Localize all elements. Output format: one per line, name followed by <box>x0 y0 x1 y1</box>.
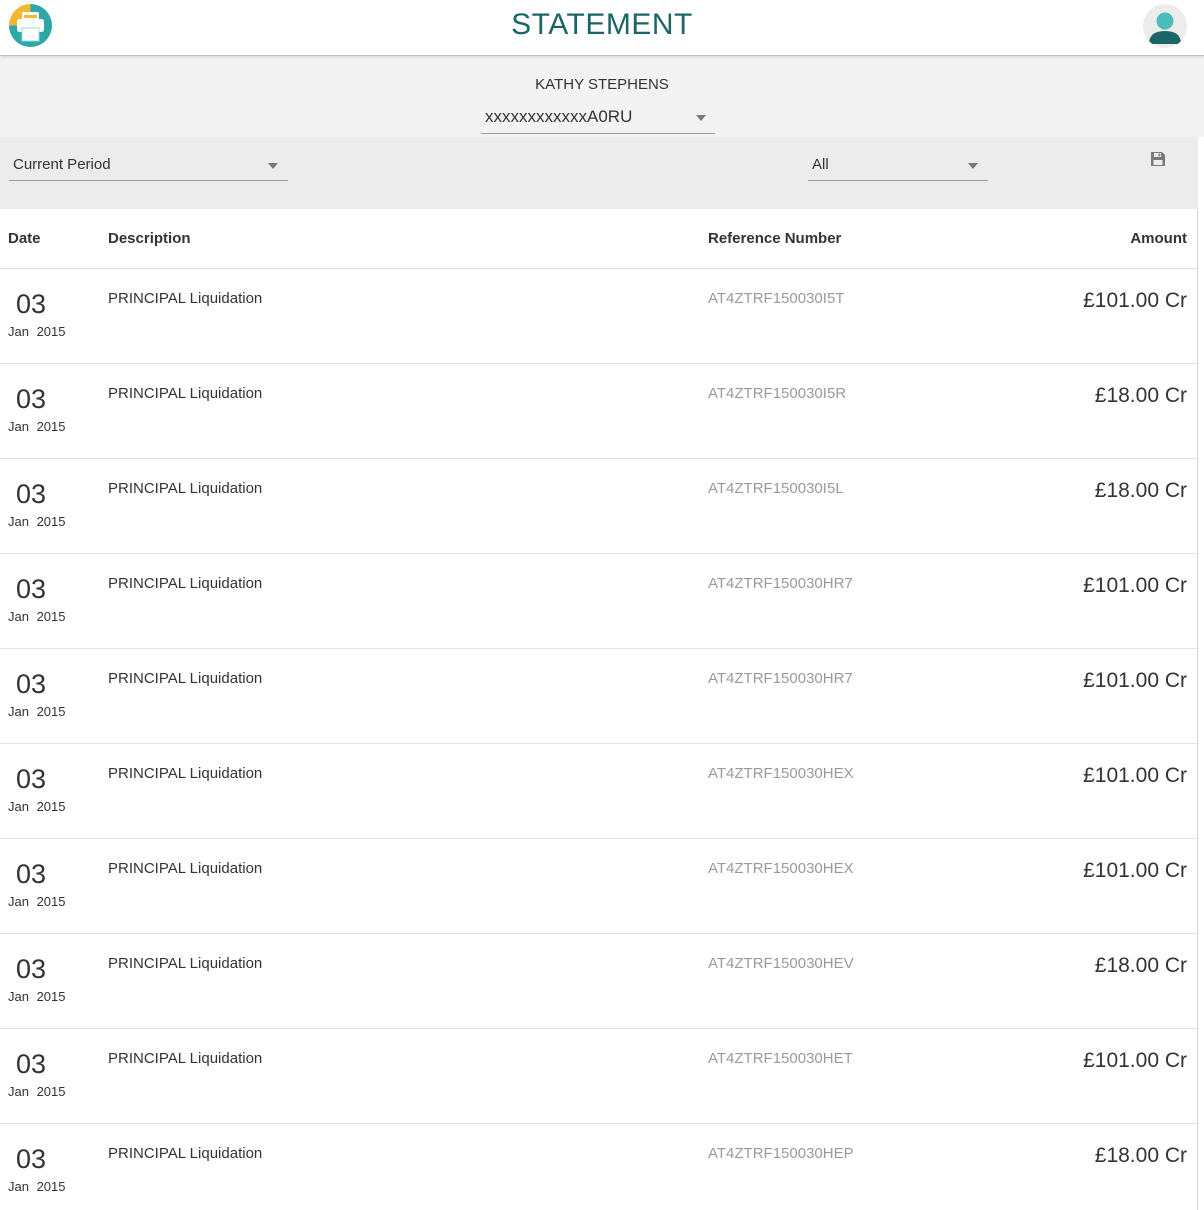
table-row[interactable]: 03 Jan 2015 PRINCIPAL Liquidation AT4ZTRF15… <box>0 934 1197 1029</box>
amount-cell: £18.00 Cr <box>1094 479 1187 502</box>
reference-cell: AT4ZTRF150030HET <box>708 1050 853 1067</box>
date-day: 03 <box>16 954 47 984</box>
chevron-down-icon <box>968 163 978 169</box>
date-day: 03 <box>16 1144 47 1174</box>
description-cell: PRINCIPAL Liquidation <box>108 1050 263 1067</box>
column-header-date[interactable]: Date <box>8 230 41 247</box>
table-body: 03 Jan 2015 PRINCIPAL Liquidation AT4ZTRF15… <box>0 269 1197 1210</box>
date-month-year: Jan 2015 <box>8 419 66 434</box>
amount-cell: £18.00 Cr <box>1094 384 1187 407</box>
table-row[interactable]: 03 Jan 2015 PRINCIPAL Liquidation AT4ZTRF15… <box>0 364 1197 459</box>
reference-cell: AT4ZTRF150030HR7 <box>708 575 853 592</box>
chevron-down-icon <box>268 163 278 169</box>
table-row[interactable]: 03 Jan 2015 PRINCIPAL Liquidation AT4ZTRF15… <box>0 649 1197 744</box>
reference-cell: AT4ZTRF150030I5R <box>708 385 847 402</box>
table-header: Date Description Reference Number Amount <box>0 209 1197 269</box>
date-day: 03 <box>16 289 47 319</box>
reference-cell: AT4ZTRF150030HEX <box>708 765 854 782</box>
reference-cell: AT4ZTRF150030HEX <box>708 860 854 877</box>
type-select-value: All <box>812 156 829 173</box>
description-cell: PRINCIPAL Liquidation <box>108 480 263 497</box>
amount-cell: £101.00 Cr <box>1083 574 1187 597</box>
period-select[interactable]: Current Period <box>9 152 288 181</box>
chevron-down-icon <box>696 115 706 121</box>
description-cell: PRINCIPAL Liquidation <box>108 385 263 402</box>
account-select[interactable]: xxxxxxxxxxxxA0RU <box>481 105 715 134</box>
reference-cell: AT4ZTRF150030HR7 <box>708 670 853 687</box>
column-header-reference[interactable]: Reference Number <box>708 230 841 247</box>
reference-cell: AT4ZTRF150030I5T <box>708 290 845 307</box>
account-section: KATHY STEPHENS xxxxxxxxxxxxA0RU <box>0 57 1204 137</box>
description-cell: PRINCIPAL Liquidation <box>108 290 263 307</box>
amount-cell: £101.00 Cr <box>1083 289 1187 312</box>
date-month-year: Jan 2015 <box>8 609 66 624</box>
table-row[interactable]: 03 Jan 2015 PRINCIPAL Liquidation AT4ZTRF15… <box>0 269 1197 364</box>
table-row[interactable]: 03 Jan 2015 PRINCIPAL Liquidation AT4ZTRF15… <box>0 459 1197 554</box>
amount-cell: £101.00 Cr <box>1083 669 1187 692</box>
amount-cell: £18.00 Cr <box>1094 954 1187 977</box>
account-select-value: xxxxxxxxxxxxA0RU <box>485 107 633 126</box>
date-day: 03 <box>16 479 47 509</box>
date-month-year: Jan 2015 <box>8 704 66 719</box>
reference-cell: AT4ZTRF150030I5L <box>708 480 844 497</box>
date-day: 03 <box>16 384 47 414</box>
description-cell: PRINCIPAL Liquidation <box>108 575 263 592</box>
date-day: 03 <box>16 764 47 794</box>
period-select-value: Current Period <box>13 156 111 173</box>
transaction-type-select[interactable]: All <box>808 152 988 181</box>
table-row[interactable]: 03 Jan 2015 PRINCIPAL Liquidation AT4ZTRF15… <box>0 1029 1197 1124</box>
table-row[interactable]: 03 Jan 2015 PRINCIPAL Liquidation AT4ZTRF15… <box>0 744 1197 839</box>
table-row[interactable]: 03 Jan 2015 PRINCIPAL Liquidation AT4ZTRF15… <box>0 554 1197 649</box>
description-cell: PRINCIPAL Liquidation <box>108 670 263 687</box>
amount-cell: £101.00 Cr <box>1083 1049 1187 1072</box>
date-day: 03 <box>16 859 47 889</box>
column-header-amount[interactable]: Amount <box>1130 230 1187 247</box>
description-cell: PRINCIPAL Liquidation <box>108 955 263 972</box>
date-month-year: Jan 2015 <box>8 514 66 529</box>
statement-table: Date Description Reference Number Amount… <box>0 209 1198 1210</box>
date-day: 03 <box>16 1049 47 1079</box>
description-cell: PRINCIPAL Liquidation <box>108 860 263 877</box>
top-bar: STATEMENT <box>0 0 1204 56</box>
amount-cell: £18.00 Cr <box>1094 1144 1187 1167</box>
page-title: STATEMENT <box>511 8 693 41</box>
date-month-year: Jan 2015 <box>8 989 66 1004</box>
customer-name: KATHY STEPHENS <box>535 76 669 93</box>
amount-cell: £101.00 Cr <box>1083 859 1187 882</box>
date-month-year: Jan 2015 <box>8 799 66 814</box>
date-day: 03 <box>16 669 47 699</box>
date-month-year: Jan 2015 <box>8 894 66 909</box>
amount-cell: £101.00 Cr <box>1083 764 1187 787</box>
reference-cell: AT4ZTRF150030HEP <box>708 1145 854 1162</box>
date-month-year: Jan 2015 <box>8 324 66 339</box>
date-day: 03 <box>16 574 47 604</box>
date-month-year: Jan 2015 <box>8 1084 66 1099</box>
date-month-year: Jan 2015 <box>8 1179 66 1194</box>
column-header-description[interactable]: Description <box>108 230 191 247</box>
description-cell: PRINCIPAL Liquidation <box>108 1145 263 1162</box>
table-row[interactable]: 03 Jan 2015 PRINCIPAL Liquidation AT4ZTRF15… <box>0 839 1197 934</box>
reference-cell: AT4ZTRF150030HEV <box>708 955 854 972</box>
save-icon[interactable] <box>1149 150 1167 168</box>
description-cell: PRINCIPAL Liquidation <box>108 765 263 782</box>
user-avatar-icon[interactable] <box>1143 4 1187 48</box>
filter-bar: Current Period All <box>0 137 1198 209</box>
table-row[interactable]: 03 Jan 2015 PRINCIPAL Liquidation AT4ZTRF15… <box>0 1124 1197 1210</box>
